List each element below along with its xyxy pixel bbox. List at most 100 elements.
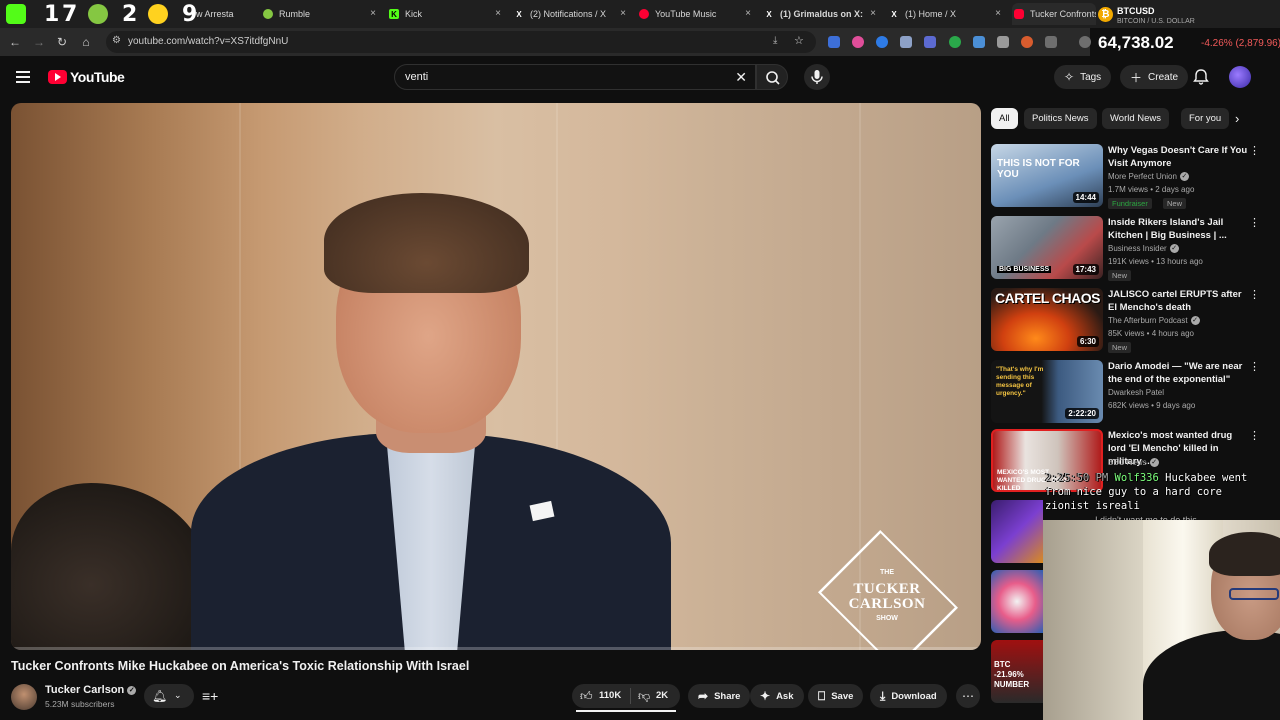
search-input[interactable]: venti ✕ [394, 64, 756, 90]
recommendation-channel[interactable]: Dwarkesh Patel [1108, 388, 1164, 397]
tab-kick[interactable]: K Kick × [389, 3, 501, 25]
thumbs-up-icon[interactable]: 👍︎ [580, 689, 593, 704]
create-button[interactable]: ＋ Create [1120, 65, 1189, 89]
share-button[interactable]: ➦ Share [688, 684, 751, 708]
video-progress-bar[interactable] [11, 647, 981, 650]
site-info-icon[interactable]: ⚙ [112, 35, 121, 46]
stream-overlay-digit: 7 [62, 2, 78, 27]
notifications-bell-icon[interactable] [1192, 68, 1210, 86]
video-thumbnail[interactable] [991, 500, 1043, 563]
video-thumbnail[interactable]: BIG BUSINESS 17:43 [991, 216, 1103, 279]
dislike-count[interactable]: 2K [656, 690, 668, 701]
like-count[interactable]: 110K [599, 690, 621, 701]
recommendation-item[interactable]: "That's why I'm sending this message of … [991, 360, 1261, 424]
extension-icon[interactable] [997, 36, 1009, 48]
video-thumbnail[interactable] [991, 570, 1043, 633]
tab-arrest[interactable]: w Arresta [196, 3, 258, 25]
chip-politics-news[interactable]: Politics News [1024, 108, 1097, 129]
channel-avatar[interactable] [11, 684, 37, 710]
youtube-header: YouTube venti ✕ ✧ Tags ＋ Create [0, 56, 1280, 100]
recommendation-channel[interactable]: More Perfect Union ✓ [1108, 172, 1189, 181]
recommendation-item[interactable]: THIS IS NOT FOR YOU 14:44 Why Vegas Does… [991, 144, 1261, 209]
video-thumbnail[interactable]: CARTEL CHAOS 6:30 [991, 288, 1103, 351]
recommendation-item[interactable]: CARTEL CHAOS 6:30 JALISCO cartel ERUPTS … [991, 288, 1261, 353]
tags-button[interactable]: ✧ Tags [1054, 65, 1112, 89]
chip-all[interactable]: All [991, 108, 1018, 129]
tab-x-notifications[interactable]: X (2) Notifications / X × [514, 3, 626, 25]
plus-icon: ＋ [1130, 70, 1143, 85]
extension-icon[interactable] [949, 36, 961, 48]
recommendation-title[interactable]: Inside Rikers Island's Jail Kitchen | Bi… [1108, 216, 1250, 242]
forward-arrow-icon[interactable]: → [31, 34, 47, 50]
youtube-logo[interactable]: YouTube [48, 69, 125, 85]
more-vertical-icon[interactable]: ⋮ [1249, 216, 1260, 229]
video-player[interactable]: THE TUCKER CARLSON SHOW [11, 103, 981, 650]
tab-label: YouTube Music [655, 9, 717, 19]
subscribed-notifications-button[interactable]: 🔔︎ ⌄ [144, 684, 194, 708]
recommendation-channel[interactable]: BBC News ✓ [1108, 458, 1159, 467]
tags-label: Tags [1080, 71, 1102, 83]
tab-label: (2) Notifications / X [530, 9, 607, 19]
tab-close-icon[interactable]: × [745, 8, 751, 19]
history-icon[interactable] [1079, 36, 1091, 48]
ask-button[interactable]: ✦ Ask [750, 684, 804, 708]
thumbs-down-icon[interactable]: 👎︎ [638, 689, 650, 704]
tab-rumble[interactable]: Rumble × [263, 3, 376, 25]
save-button[interactable]: ⎕ Save [808, 684, 864, 708]
youtube-play-icon [48, 70, 67, 84]
extension-icon[interactable] [924, 36, 936, 48]
more-vertical-icon[interactable]: ⋮ [1249, 360, 1260, 373]
video-thumbnail[interactable]: BTC -21.96% NUMBER [991, 640, 1043, 703]
tab-label: Tucker Confronts [1030, 9, 1096, 19]
tab-close-icon[interactable]: × [495, 8, 501, 19]
download-button[interactable]: ⤓ Download [870, 684, 947, 708]
extension-icon[interactable] [876, 36, 888, 48]
recommendation-title[interactable]: Dario Amodei — "We are near the end of t… [1108, 360, 1250, 386]
tab-close-icon[interactable]: × [370, 8, 376, 19]
more-vertical-icon[interactable]: ⋮ [1249, 429, 1260, 442]
chevron-right-icon[interactable]: › [1235, 111, 1239, 126]
youtube-music-icon [639, 9, 649, 19]
back-arrow-icon[interactable]: ← [7, 34, 23, 50]
youtube-icon [1014, 9, 1024, 19]
recommendation-channel[interactable]: The Afterburn Podcast ✓ [1108, 316, 1200, 325]
tab-youtube-music[interactable]: YouTube Music × [639, 3, 751, 25]
video-thumbnail[interactable]: "That's why I'm sending this message of … [991, 360, 1103, 423]
tab-x-home[interactable]: X (1) Home / X × [889, 3, 1001, 25]
more-actions-button[interactable]: ⋯ [956, 684, 980, 708]
extension-icon[interactable] [1021, 36, 1033, 48]
video-thumbnail[interactable]: THIS IS NOT FOR YOU 14:44 [991, 144, 1103, 207]
recommendation-item[interactable]: BIG BUSINESS 17:43 Inside Rikers Island'… [991, 216, 1261, 281]
tab-youtube-active[interactable]: Tucker Confronts [1012, 3, 1096, 25]
address-bar[interactable]: ⚙ youtube.com/watch?v=XS7itdfgNnU ⤓ ☆ [106, 31, 816, 53]
extension-icon[interactable] [828, 36, 840, 48]
chip-for-you[interactable]: For you [1181, 108, 1230, 129]
tab-close-icon[interactable]: × [870, 8, 876, 19]
tab-close-icon[interactable]: × [995, 8, 1001, 19]
voice-search-button[interactable] [804, 64, 830, 90]
more-vertical-icon[interactable]: ⋮ [1249, 288, 1260, 301]
extensions-puzzle-icon[interactable] [1045, 36, 1057, 48]
microphone-icon [811, 70, 823, 84]
search-button[interactable] [756, 64, 788, 90]
recommendation-channel[interactable]: Business Insider ✓ [1108, 244, 1179, 253]
recommendation-title[interactable]: JALISCO cartel ERUPTS after El Mencho's … [1108, 288, 1250, 314]
account-avatar[interactable] [1229, 66, 1251, 88]
menu-icon[interactable] [16, 71, 30, 83]
bell-icon: 🔔︎ [152, 689, 168, 703]
install-app-icon[interactable]: ⤓ [773, 35, 777, 46]
tab-x-grimaldus[interactable]: X (1) Grimaldus on X: × [764, 3, 876, 25]
home-icon[interactable]: ⌂ [78, 34, 94, 50]
channel-name[interactable]: Tucker Carlson ✓ [45, 684, 137, 696]
extension-icon[interactable] [900, 36, 912, 48]
tab-close-icon[interactable]: × [620, 8, 626, 19]
recommendation-title[interactable]: Why Vegas Doesn't Care If You Visit Anym… [1108, 144, 1250, 170]
add-to-queue-icon[interactable]: ≡+ [202, 688, 218, 704]
reload-icon[interactable]: ↻ [54, 34, 70, 50]
chip-world-news[interactable]: World News [1102, 108, 1170, 129]
extension-icon[interactable] [973, 36, 985, 48]
clear-search-icon[interactable]: ✕ [735, 69, 747, 86]
bookmark-star-icon[interactable]: ☆ [794, 34, 804, 47]
more-vertical-icon[interactable]: ⋮ [1249, 144, 1260, 157]
extension-icon[interactable] [852, 36, 864, 48]
